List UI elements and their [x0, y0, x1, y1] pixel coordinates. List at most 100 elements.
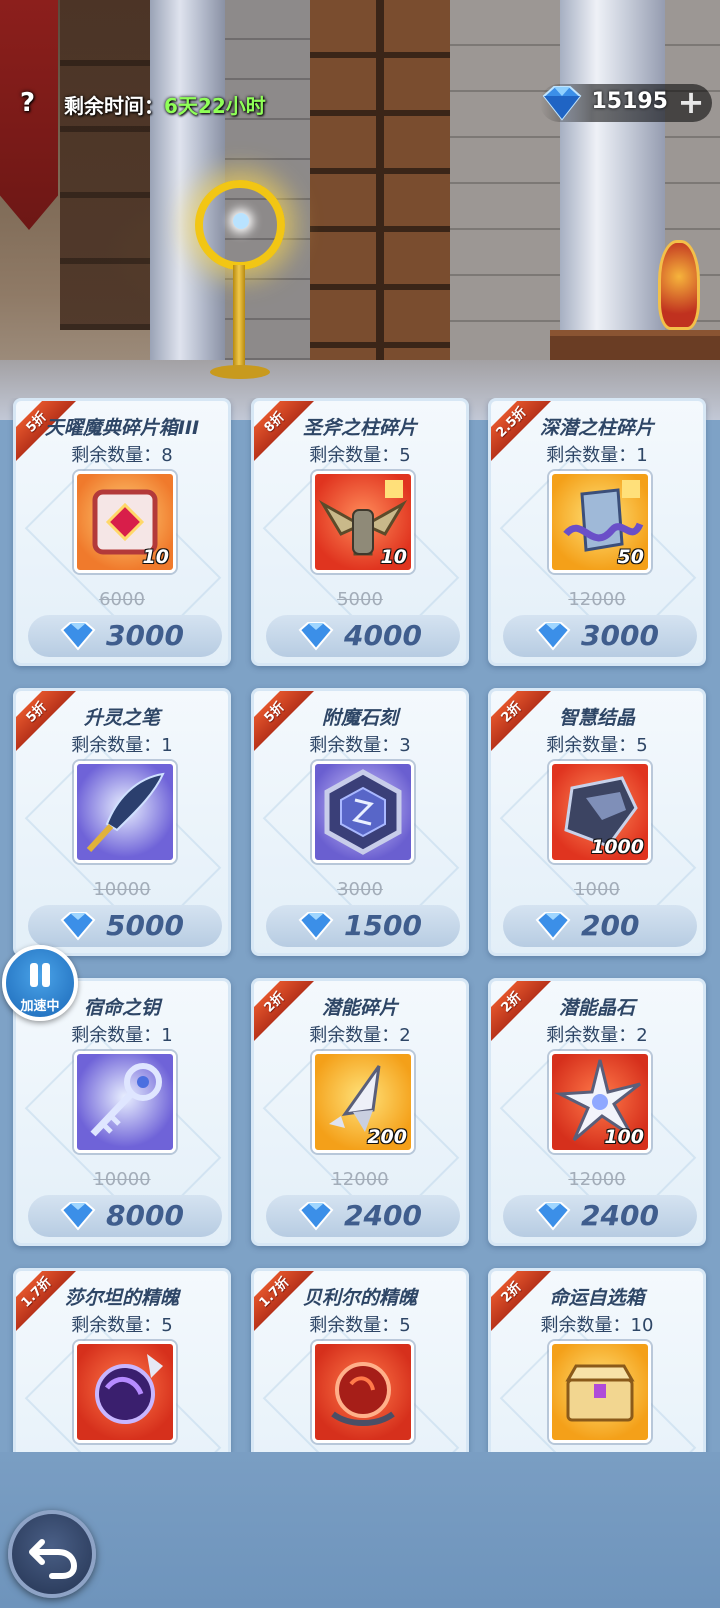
item-name: 附魔石刻 [321, 707, 398, 729]
shop-item-card[interactable]: 5折 升灵之笔 剩余数量：1 10000 5000 [13, 688, 231, 956]
item-stock: 剩余数量：8 [71, 445, 173, 466]
item-stock: 剩余数量：1 [71, 1025, 173, 1046]
item-name: 升灵之笔 [83, 707, 160, 729]
marble-column-right [560, 0, 665, 350]
sale-price: 5000 [106, 909, 184, 942]
winged-helm-fragment-icon: 10 [312, 471, 414, 573]
destiny-chest-icon [549, 1341, 651, 1443]
item-quantity: 100 [604, 1126, 644, 1148]
item-stock: 剩余数量：5 [309, 1315, 411, 1336]
bookshelf-center [310, 0, 450, 380]
original-price: 12000 [568, 1169, 626, 1190]
original-price: 6000 [99, 589, 145, 610]
sale-price: 3000 [106, 619, 184, 652]
buy-button[interactable]: 3000 [28, 615, 222, 657]
item-quantity: 10 [142, 546, 169, 568]
item-name: 天曜魔典碎片箱III [44, 417, 200, 439]
add-diamonds-button[interactable]: + [676, 86, 706, 118]
item-stock: 剩余数量：5 [309, 445, 411, 466]
marble-column-left [150, 0, 225, 370]
diamond-icon [298, 622, 334, 651]
bottom-bar-background [0, 1452, 720, 1608]
back-button[interactable] [8, 1510, 96, 1598]
destiny-key-icon [74, 1051, 176, 1153]
shop-item-card[interactable]: 5折 天曜魔典碎片箱III 剩余数量：8 10 6000 3000 [13, 398, 231, 666]
diamond-icon [535, 622, 571, 651]
item-quantity: 50 [617, 546, 644, 568]
item-stock: 剩余数量：2 [309, 1025, 411, 1046]
diamond-icon [298, 1202, 334, 1231]
diamond-icon [298, 912, 334, 941]
item-quantity: 10 [380, 546, 407, 568]
buy-button[interactable]: 4000 [266, 615, 460, 657]
buy-button[interactable]: 8000 [28, 1195, 222, 1237]
item-name: 潜能碎片 [321, 997, 398, 1019]
sale-price: 200 [581, 909, 640, 942]
shop-item-card[interactable]: 2折 命运自选箱 剩余数量：10 1000 [488, 1268, 706, 1453]
item-quantity: 1000 [591, 836, 644, 858]
quill-pen-icon [74, 761, 176, 863]
item-name: 潜能晶石 [558, 997, 635, 1019]
ornate-vase [658, 240, 700, 330]
original-price: 12000 [331, 1169, 389, 1190]
shop-item-card[interactable]: 2折 潜能碎片 剩余数量：2 200 12000 2400 [251, 978, 469, 1246]
pause-icon [28, 963, 54, 989]
item-stock: 剩余数量：10 [540, 1315, 654, 1336]
item-stock: 剩余数量：1 [546, 445, 648, 466]
speed-up-toggle-button[interactable]: 加速中 [2, 945, 78, 1021]
sale-price: 2400 [344, 1199, 422, 1232]
shop-item-card[interactable]: 1.7折 贝利尔的精魄 剩余数量：5 12000 [251, 1268, 469, 1453]
buy-button[interactable]: 2400 [503, 1195, 697, 1237]
sale-price: 1500 [344, 909, 422, 942]
diamond-icon [60, 622, 96, 651]
buy-button[interactable]: 200 [503, 905, 697, 947]
sale-price: 4000 [344, 619, 422, 652]
item-stock: 剩余数量：5 [71, 1315, 173, 1336]
sale-price: 8000 [106, 1199, 184, 1232]
golden-armillary-globe [195, 180, 285, 270]
shop-item-card[interactable]: 2折 潜能晶石 剩余数量：2 100 12000 2400 [488, 978, 706, 1246]
shop-item-grid: 5折 天曜魔典碎片箱III 剩余数量：8 10 6000 3000 8折 圣斧之… [0, 398, 720, 1453]
shop-item-card[interactable]: 5折 附魔石刻 剩余数量：3 3000 1500 [251, 688, 469, 956]
remaining-time: 剩余时间：6天22小时 [64, 90, 266, 120]
item-name: 贝利尔的精魄 [302, 1287, 417, 1309]
diamond-icon [542, 86, 582, 121]
item-name: 命运自选箱 [549, 1287, 645, 1309]
shop-item-card[interactable]: 1.7折 莎尔坦的精魄 剩余数量：5 12000 [13, 1268, 231, 1453]
wisdom-crystal-icon: 1000 [549, 761, 651, 863]
help-question-icon[interactable]: ? [20, 88, 46, 118]
magic-tome-cube-icon: 10 [74, 471, 176, 573]
purple-spirit-orb-icon [74, 1341, 176, 1443]
diamond-icon [535, 1202, 571, 1231]
deep-dive-pillar-fragment-icon: 50 [549, 471, 651, 573]
original-price: 12000 [568, 589, 626, 610]
diamond-icon [60, 1202, 96, 1231]
globe-base [210, 365, 270, 379]
original-price: 1000 [574, 879, 620, 900]
remaining-time-label: 剩余时间： [64, 94, 164, 118]
diamond-icon [535, 912, 571, 941]
item-stock: 剩余数量：1 [71, 735, 173, 756]
item-name: 圣斧之柱碎片 [302, 417, 417, 439]
item-stock: 剩余数量：3 [309, 735, 411, 756]
globe-stand [233, 265, 245, 375]
original-price: 10000 [93, 1169, 151, 1190]
red-spirit-orb-icon [312, 1341, 414, 1443]
buy-button[interactable]: 5000 [28, 905, 222, 947]
shop-item-card[interactable]: 8折 圣斧之柱碎片 剩余数量：5 10 5000 4000 [251, 398, 469, 666]
shop-item-card[interactable]: 2折 智慧结晶 剩余数量：5 1000 1000 200 [488, 688, 706, 956]
original-price: 5000 [337, 589, 383, 610]
item-name: 深潜之柱碎片 [539, 417, 654, 439]
buy-button[interactable]: 3000 [503, 615, 697, 657]
buy-button[interactable]: 2400 [266, 1195, 460, 1237]
sale-price: 3000 [581, 619, 659, 652]
item-stock: 剩余数量：2 [546, 1025, 648, 1046]
buy-button[interactable]: 1500 [266, 905, 460, 947]
diamond-amount: 15195 [591, 89, 668, 114]
item-name: 莎尔坦的精魄 [64, 1287, 179, 1309]
speed-up-label: 加速中 [20, 999, 60, 1014]
library-scene-background [0, 0, 720, 420]
diamond-icon [60, 912, 96, 941]
diamond-currency-bar: 15195 + [540, 84, 712, 122]
shop-item-card[interactable]: 2.5折 深潜之柱碎片 剩余数量：1 50 12000 3000 [488, 398, 706, 666]
